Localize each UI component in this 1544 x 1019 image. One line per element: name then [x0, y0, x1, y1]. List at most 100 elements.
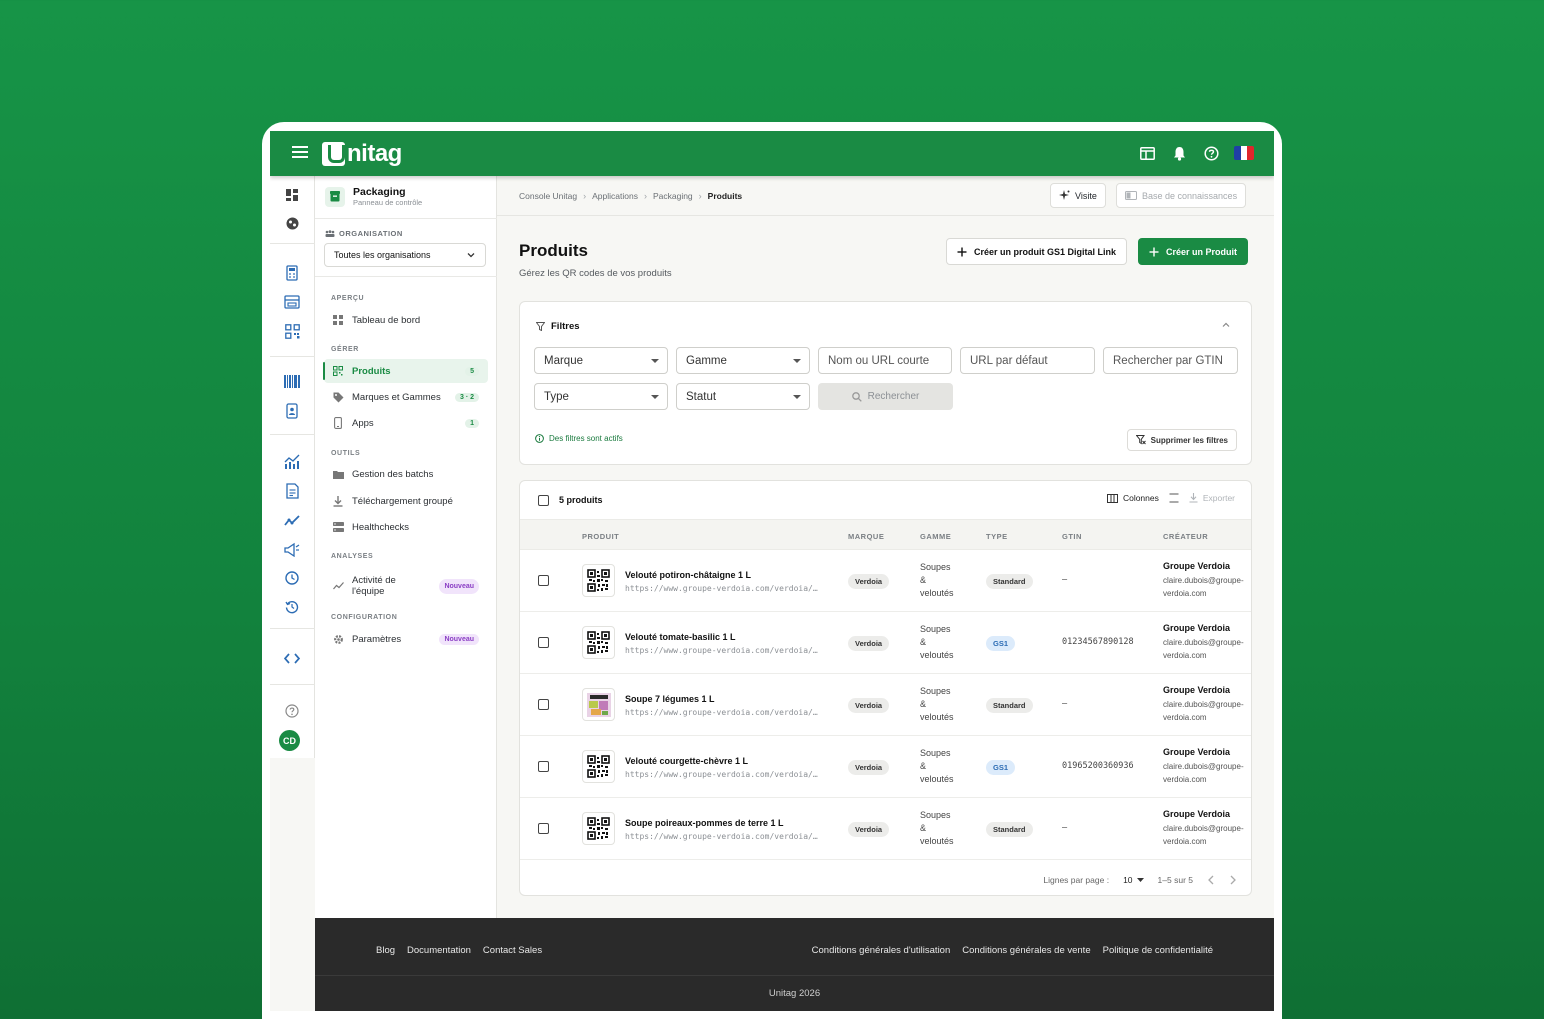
report-icon[interactable]: [282, 481, 302, 501]
breadcrumb-item[interactable]: Applications: [592, 191, 638, 201]
code-icon[interactable]: [282, 648, 302, 668]
filter-icon: [536, 322, 545, 331]
nav-apps[interactable]: Apps 1: [324, 411, 488, 435]
app-header[interactable]: Packaging Panneau de contrôle: [325, 186, 422, 207]
product-url[interactable]: https://www.groupe-verdoia.com/verdoia/s…: [625, 832, 820, 841]
row-checkbox[interactable]: [538, 761, 549, 772]
creator-cell: Groupe Verdoia claire.dubois@groupe-verdo…: [1163, 685, 1251, 724]
nav-team-activity[interactable]: Activité de l'équipe Nouveau: [324, 571, 488, 601]
product-image-thumbnail[interactable]: [582, 688, 615, 721]
download-icon: [332, 495, 344, 507]
header-brand[interactable]: MARQUE: [848, 532, 884, 541]
select-all-checkbox[interactable]: [538, 495, 549, 506]
qr-code-thumbnail[interactable]: [582, 750, 615, 783]
megaphone-icon[interactable]: [282, 539, 302, 559]
product-name[interactable]: Velouté tomate-basilic 1 L: [625, 632, 736, 642]
qr-code-thumbnail[interactable]: [582, 812, 615, 845]
density-icon[interactable]: [1169, 493, 1179, 503]
product-name[interactable]: Soupe poireaux-pommes de terre 1 L: [625, 818, 784, 828]
header-gtin[interactable]: GTIN: [1062, 532, 1082, 541]
row-checkbox[interactable]: [538, 575, 549, 586]
qr-code-icon[interactable]: [282, 321, 302, 341]
next-page-icon[interactable]: [1229, 875, 1237, 885]
breadcrumb-item[interactable]: Packaging: [653, 191, 693, 201]
nav-bulk-download[interactable]: Téléchargement groupé: [324, 489, 488, 513]
app-subtitle: Panneau de contrôle: [353, 198, 423, 207]
product-name[interactable]: Velouté courgette-chèvre 1 L: [625, 756, 748, 766]
chevron-up-icon[interactable]: [1221, 320, 1231, 330]
previous-page-icon[interactable]: [1207, 875, 1215, 885]
trend-icon[interactable]: [282, 510, 302, 530]
header-creator[interactable]: CRÉATEUR: [1163, 532, 1208, 541]
gtin-search-input[interactable]: Rechercher par GTIN: [1103, 347, 1238, 374]
layout-icon[interactable]: [1138, 144, 1156, 162]
logo[interactable]: nitag: [322, 140, 402, 168]
nav-products[interactable]: Produits 5: [323, 359, 488, 383]
help-icon[interactable]: [1202, 144, 1220, 162]
name-url-input[interactable]: Nom ou URL courte: [818, 347, 952, 374]
header-product[interactable]: PRODUIT: [582, 532, 619, 541]
mobile-badge-icon[interactable]: [282, 401, 302, 421]
footer-link-terms-sale[interactable]: Conditions générales de vente: [962, 945, 1090, 956]
dashboard-icon[interactable]: [282, 185, 302, 205]
visit-button[interactable]: Visite: [1050, 183, 1106, 208]
table-row[interactable]: Velouté potiron-châtaigne 1 L https://www…: [520, 550, 1251, 612]
flag-fr-icon[interactable]: [1234, 146, 1254, 160]
store-icon[interactable]: [282, 292, 302, 312]
clear-filters-button[interactable]: Supprimer les filtres: [1126, 429, 1237, 451]
knowledge-base-button[interactable]: Base de connaissances: [1116, 183, 1247, 208]
row-checkbox[interactable]: [538, 637, 549, 648]
nav-batches[interactable]: Gestion des batchs: [324, 462, 488, 486]
range-select[interactable]: Gamme: [676, 347, 810, 374]
product-url[interactable]: https://www.groupe-verdoia.com/verdoia/v…: [625, 646, 820, 655]
footer-link-blog[interactable]: Blog: [376, 945, 395, 956]
creator-name: Groupe Verdoia: [1163, 623, 1231, 633]
table-row[interactable]: Velouté courgette-chèvre 1 L https://www.…: [520, 736, 1251, 798]
breadcrumb-item[interactable]: Console Unitag: [519, 191, 577, 201]
calculator-icon[interactable]: [282, 263, 302, 283]
products-count-badge: 5: [465, 366, 479, 376]
product-url[interactable]: https://www.groupe-verdoia.com/verdoia/v…: [625, 770, 820, 779]
nav-settings[interactable]: Paramètres Nouveau: [324, 627, 488, 651]
organisation-select[interactable]: Toutes les organisations: [324, 243, 486, 267]
product-name[interactable]: Velouté potiron-châtaigne 1 L: [625, 570, 751, 580]
product-url[interactable]: https://www.groupe-verdoia.com/verdoia/s…: [625, 708, 820, 717]
nav-dashboard[interactable]: Tableau de bord: [324, 308, 488, 332]
bell-icon[interactable]: [1170, 144, 1188, 162]
avatar[interactable]: CD: [279, 730, 300, 751]
columns-button[interactable]: Colonnes: [1106, 493, 1159, 503]
header-type[interactable]: TYPE: [986, 532, 1008, 541]
barcode-icon[interactable]: [282, 371, 302, 391]
create-product-button[interactable]: Créer un Produit: [1138, 238, 1249, 265]
qr-code-thumbnail[interactable]: [582, 626, 615, 659]
footer-link-privacy[interactable]: Politique de confidentialité: [1103, 945, 1213, 956]
analytics-icon[interactable]: [282, 451, 302, 471]
rows-per-page-select[interactable]: 10: [1123, 875, 1144, 885]
history-icon[interactable]: [282, 597, 302, 617]
nav-healthchecks[interactable]: Healthchecks: [324, 515, 488, 539]
default-url-input[interactable]: URL par défaut: [960, 347, 1095, 374]
footer-link-terms-use[interactable]: Conditions générales d'utilisation: [812, 945, 951, 956]
row-checkbox[interactable]: [538, 699, 549, 710]
header-range[interactable]: GAMME: [920, 532, 951, 541]
search-button[interactable]: Rechercher: [818, 383, 953, 410]
export-button[interactable]: Exporter: [1189, 493, 1235, 503]
status-select[interactable]: Statut: [676, 383, 810, 410]
nav-brands[interactable]: Marques et Gammes 3 · 2: [324, 385, 488, 409]
menu-icon[interactable]: [292, 146, 308, 160]
rail-help-icon[interactable]: [282, 701, 302, 721]
footer-link-contact-sales[interactable]: Contact Sales: [483, 945, 542, 956]
table-row[interactable]: Soupe poireaux-pommes de terre 1 L https:…: [520, 798, 1251, 860]
create-gs1-product-button[interactable]: Créer un produit GS1 Digital Link: [946, 238, 1128, 265]
brand-select[interactable]: Marque: [534, 347, 668, 374]
row-checkbox[interactable]: [538, 823, 549, 834]
table-row[interactable]: Velouté tomate-basilic 1 L https://www.gr…: [520, 612, 1251, 674]
globe-icon[interactable]: [282, 213, 302, 233]
clock-icon[interactable]: [282, 568, 302, 588]
qr-code-thumbnail[interactable]: [582, 564, 615, 597]
product-name[interactable]: Soupe 7 légumes 1 L: [625, 694, 715, 704]
product-url[interactable]: https://www.groupe-verdoia.com/verdoia/v…: [625, 584, 820, 593]
footer-link-documentation[interactable]: Documentation: [407, 945, 471, 956]
type-select[interactable]: Type: [534, 383, 668, 410]
table-row[interactable]: Soupe 7 légumes 1 L https://www.groupe-ve…: [520, 674, 1251, 736]
